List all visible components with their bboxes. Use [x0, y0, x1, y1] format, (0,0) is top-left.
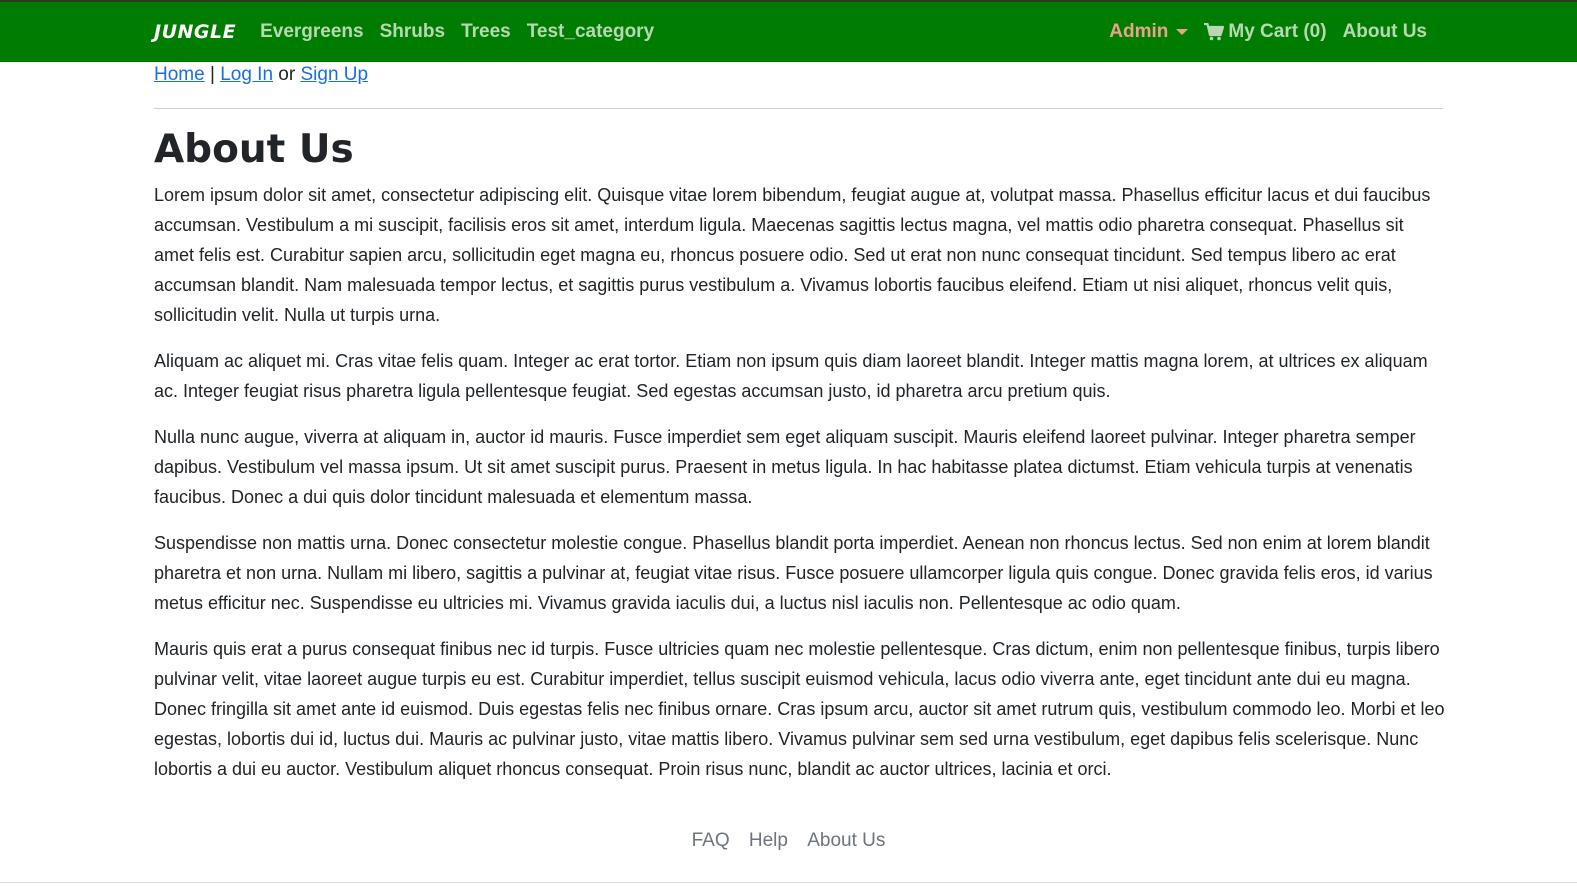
shopping-cart-icon — [1204, 23, 1225, 41]
footer-divider — [0, 882, 1577, 883]
nav-category-test-category[interactable]: Test_category — [527, 21, 654, 43]
home-link[interactable]: Home — [154, 64, 205, 85]
nav-category-shrubs[interactable]: Shrubs — [380, 21, 445, 43]
my-cart-label: My Cart (0) — [1228, 21, 1327, 42]
log-in-link[interactable]: Log In — [220, 64, 273, 85]
nav-category-trees[interactable]: Trees — [461, 21, 511, 43]
footer: FAQ Help About Us — [0, 830, 1577, 852]
breadcrumb-separator: | — [209, 64, 215, 85]
page-title: About Us — [154, 127, 354, 172]
top-navbar: JUNGLE Evergreens Shrubs Trees Test_cate… — [0, 0, 1577, 62]
about-paragraph-5: Mauris quis erat a purus consequat finib… — [154, 639, 1445, 779]
nav-right-group: Admin My Cart (0) About Us — [1109, 21, 1443, 43]
about-paragraph-4: Suspendisse non mattis urna. Donec conse… — [154, 533, 1433, 613]
brand-logo[interactable]: JUNGLE — [154, 21, 236, 43]
caret-down-icon — [1176, 29, 1189, 35]
footer-faq-link[interactable]: FAQ — [692, 830, 730, 851]
breadcrumb: Home | Log In or Sign Up — [154, 64, 368, 86]
admin-dropdown[interactable]: Admin — [1109, 21, 1189, 43]
footer-help-link[interactable]: Help — [749, 830, 788, 851]
about-paragraph-3: Nulla nunc augue, viverra at aliquam in,… — [154, 427, 1416, 507]
header-divider — [154, 108, 1443, 109]
main-content: About Us Lorem ipsum dolor sit amet, con… — [154, 126, 1446, 800]
footer-about-us-link[interactable]: About Us — [807, 830, 885, 851]
nav-about-us[interactable]: About Us — [1343, 21, 1427, 43]
nav-category-evergreens[interactable]: Evergreens — [260, 21, 364, 43]
navbar-inner: JUNGLE Evergreens Shrubs Trees Test_cate… — [154, 2, 1443, 62]
admin-label: Admin — [1109, 21, 1169, 42]
breadcrumb-or-text: or — [278, 64, 296, 85]
about-paragraph-1: Lorem ipsum dolor sit amet, consectetur … — [154, 185, 1431, 325]
sign-up-link[interactable]: Sign Up — [300, 64, 368, 85]
about-paragraph-2: Aliquam ac aliquet mi. Cras vitae felis … — [154, 351, 1428, 401]
my-cart-link[interactable]: My Cart (0) — [1204, 21, 1327, 43]
